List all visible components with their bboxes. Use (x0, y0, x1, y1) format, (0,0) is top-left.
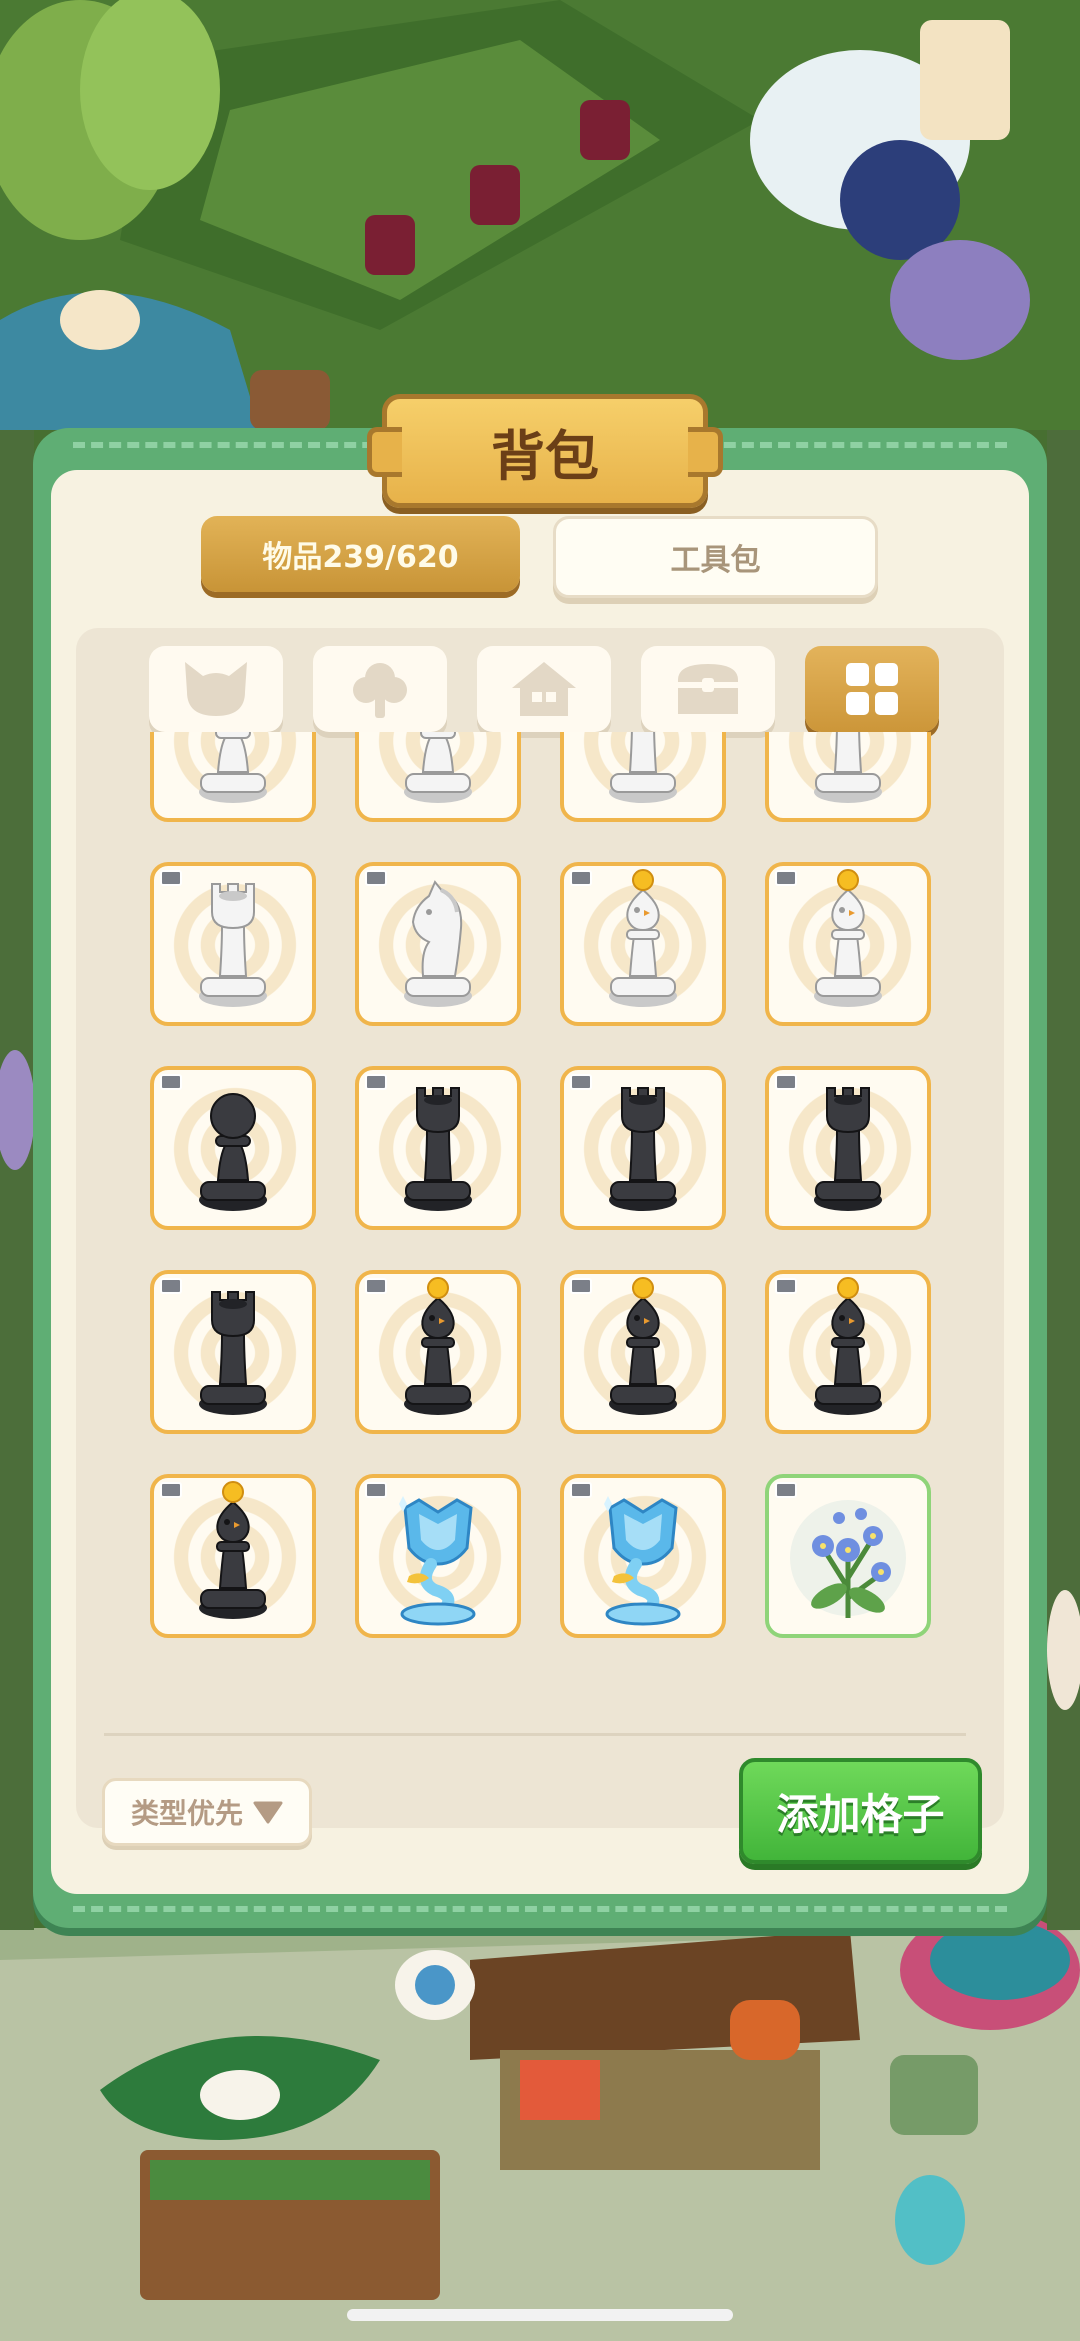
item-tag-icon (775, 1074, 797, 1090)
chess-bishop-black-icon (404, 1277, 472, 1415)
grid-icon (846, 663, 898, 715)
category-pets[interactable] (149, 646, 283, 732)
chess-rook-white-icon (609, 732, 677, 803)
inventory-slot[interactable] (150, 1066, 316, 1230)
item-tag-icon (570, 1482, 592, 1498)
inventory-slot[interactable] (765, 732, 931, 822)
chess-rook-black-icon (609, 1087, 677, 1211)
chess-rook-black-icon (814, 1087, 882, 1211)
item-tag-icon (365, 1074, 387, 1090)
category-treasure[interactable] (641, 646, 775, 732)
inventory-slot[interactable] (560, 1066, 726, 1230)
item-tag-icon (365, 870, 387, 886)
crystal-trophy-icon (399, 1496, 476, 1626)
inventory-slot[interactable] (355, 1270, 521, 1434)
sort-type-dropdown[interactable]: 类型优先 (102, 1778, 312, 1846)
chess-pawn-white-icon (404, 732, 472, 803)
chess-pawn-black-icon (199, 1093, 267, 1211)
inventory-slot[interactable] (765, 1270, 931, 1434)
chess-bishop-black-icon (814, 1277, 882, 1415)
item-tag-icon (160, 1278, 182, 1294)
item-tag-icon (775, 1482, 797, 1498)
chess-bishop-black-icon (199, 1481, 267, 1619)
inventory-slot[interactable] (355, 732, 521, 822)
page-title: 背包 (491, 424, 599, 488)
chess-knight-white-icon (404, 880, 472, 1007)
triangle-down-icon (253, 1801, 283, 1824)
item-tag-icon (160, 1482, 182, 1498)
item-tag-icon (160, 1074, 182, 1090)
treasure-chest-icon (678, 664, 738, 714)
inventory-slot[interactable] (355, 862, 521, 1026)
grid-divider (104, 1733, 966, 1736)
inventory-slot[interactable] (765, 1066, 931, 1230)
inventory-grid[interactable] (140, 732, 940, 1712)
chess-rook-black-icon (199, 1291, 267, 1415)
inventory-slot[interactable] (150, 732, 316, 822)
inventory-slot[interactable] (355, 1066, 521, 1230)
chess-rook-white-icon (199, 883, 267, 1007)
category-buildings[interactable] (477, 646, 611, 732)
crystal-trophy-icon (604, 1496, 681, 1626)
item-tag-icon (570, 870, 592, 886)
tab-toolkit[interactable]: 工具包 (553, 516, 878, 598)
inventory-slot[interactable] (150, 862, 316, 1026)
inventory-slot[interactable] (150, 1474, 316, 1638)
add-slot-button[interactable]: 添加格子 (739, 1758, 982, 1864)
inventory-slot[interactable] (150, 1270, 316, 1434)
inventory-slot[interactable] (560, 1270, 726, 1434)
inventory-slot[interactable] (560, 732, 726, 822)
house-icon (512, 662, 576, 716)
inventory-slot[interactable] (765, 862, 931, 1026)
item-tag-icon (365, 1278, 387, 1294)
chess-bishop-white-icon (814, 869, 882, 1007)
item-tag-icon (775, 1278, 797, 1294)
item-tag-icon (570, 1074, 592, 1090)
chess-rook-black-icon (404, 1087, 472, 1211)
title-plate-right-ear (688, 427, 723, 477)
inventory-slot[interactable] (560, 862, 726, 1026)
inventory-slot[interactable] (560, 1474, 726, 1638)
tree-icon (353, 663, 407, 718)
chess-pawn-white-icon (199, 732, 267, 803)
inventory-slot[interactable] (765, 1474, 931, 1638)
category-plants[interactable] (313, 646, 447, 732)
tab-items[interactable]: 物品239/620 (201, 516, 520, 592)
item-tag-icon (775, 870, 797, 886)
chess-rook-white-icon (814, 732, 882, 803)
cat-head-icon (185, 662, 247, 716)
title-plate: 背包 (367, 394, 723, 508)
panel-bottom-stitch (73, 1906, 1007, 1912)
category-all[interactable] (805, 646, 939, 732)
inventory-slot[interactable] (355, 1474, 521, 1638)
sort-label: 类型优先 (130, 1797, 243, 1830)
title-plate-left-ear (367, 427, 402, 477)
flower-icon (790, 1500, 906, 1618)
item-tag-icon (160, 870, 182, 886)
chess-bishop-white-icon (609, 869, 677, 1007)
chess-bishop-black-icon (609, 1277, 677, 1415)
item-tag-icon (365, 1482, 387, 1498)
item-tag-icon (570, 1278, 592, 1294)
home-indicator[interactable] (347, 2309, 733, 2321)
